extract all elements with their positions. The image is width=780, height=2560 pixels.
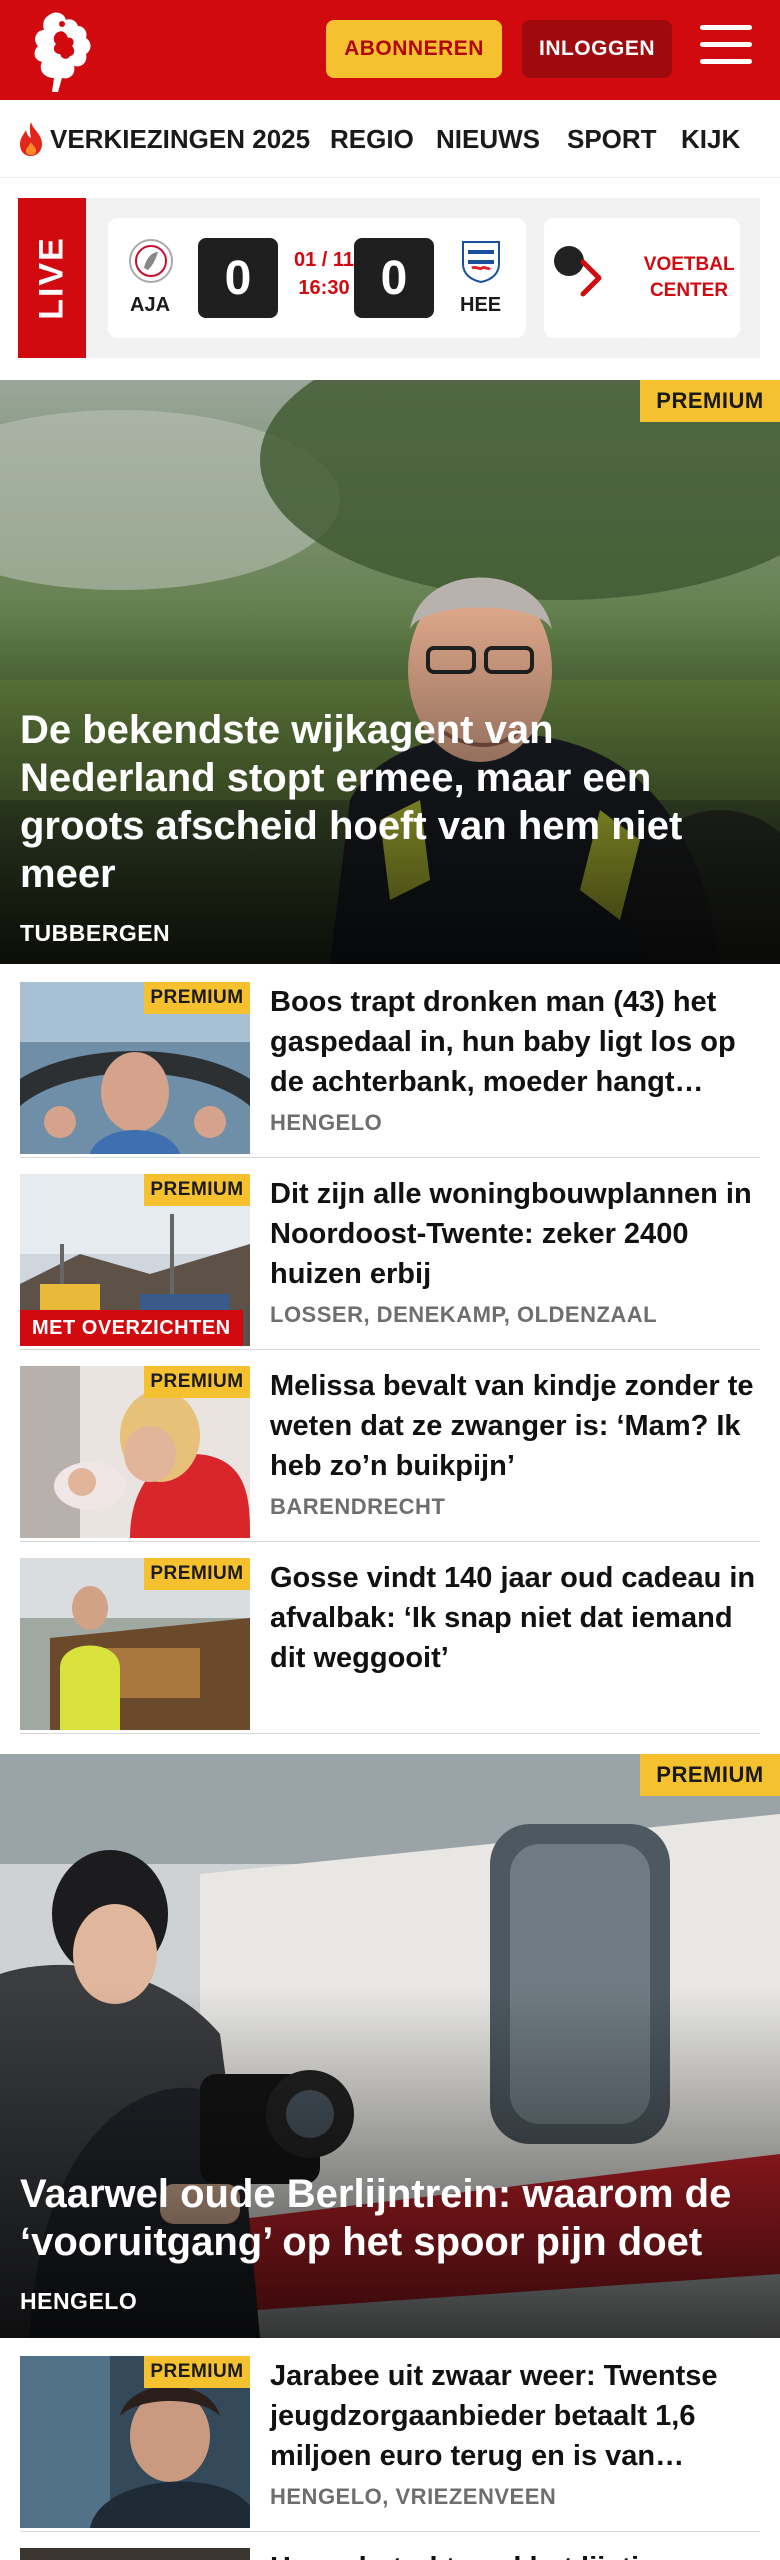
article-location: LOSSER, DENEKAMP, OLDENZAAL: [270, 1302, 658, 1327]
hero-location: TUBBERGEN: [20, 920, 171, 946]
ajax-crest-icon: [129, 239, 173, 283]
article-location: BARENDRECHT: [270, 1494, 446, 1519]
horse-logo-icon[interactable]: [18, 8, 104, 94]
overview-badge: MET OVERZICHTEN: [20, 1310, 243, 1346]
hero-title[interactable]: Vaarwel oude Berlijntrein: waarom de ‘vo…: [20, 2170, 760, 2266]
list-item[interactable]: PREMIUM Jarabee uit zwaar weer: Twentse …: [20, 2340, 760, 2532]
article-title[interactable]: Melissa bevalt van kindje zonder te wete…: [270, 1366, 760, 1486]
nav-item-regio[interactable]: REGIO: [330, 124, 414, 155]
article-thumbnail: PREMIUM MET OVERZICHTEN: [20, 1174, 250, 1346]
article-thumbnail: [20, 2548, 250, 2560]
list-item[interactable]: PREMIUM Gosse vindt 140 jaar oud cadeau …: [20, 1542, 760, 1734]
hero-location: HENGELO: [20, 2288, 138, 2314]
premium-badge: PREMIUM: [144, 1366, 250, 1398]
article-thumbnail: PREMIUM: [20, 2356, 250, 2528]
heerenveen-crest-icon: [462, 241, 500, 284]
subscribe-button[interactable]: ABONNEREN: [326, 20, 502, 78]
premium-badge: PREMIUM: [144, 2356, 250, 2388]
premium-badge: PREMIUM: [144, 1174, 250, 1206]
nav-item-sport[interactable]: SPORT: [567, 124, 657, 155]
away-score: 0: [354, 238, 434, 318]
live-scores-strip: LIVE AJA 0 01 / 11 16:30 0 HEE VOETBAL C…: [18, 198, 760, 358]
hero-article-2[interactable]: PREMIUM Vaarwel oude Berlijntrein: waaro…: [0, 1754, 780, 2338]
match-card[interactable]: AJA 0 01 / 11 16:30 0 HEE: [108, 218, 526, 338]
football-center-button[interactable]: VOETBAL CENTER: [638, 218, 740, 338]
away-team-code: HEE: [460, 294, 502, 316]
premium-badge: PREMIUM: [144, 982, 250, 1014]
list-item[interactable]: PREMIUM MET OVERZICHTEN Dit zijn alle wo…: [20, 1158, 760, 1350]
nav-item-kijk[interactable]: KIJK: [681, 124, 740, 155]
home-team-code: AJA: [130, 294, 171, 316]
hero-article-1[interactable]: PREMIUM De bekendste wijkagent van Neder…: [0, 380, 780, 964]
article-title[interactable]: Boos trapt dronken man (43) het gaspedaa…: [270, 982, 760, 1102]
match-datetime: 01 / 11 16:30: [293, 249, 355, 299]
nav-item-nieuws[interactable]: NIEUWS: [436, 124, 540, 155]
article-thumbnail: PREMIUM: [20, 1558, 250, 1730]
hamburger-menu-icon[interactable]: [700, 25, 752, 71]
article-thumbnail: PREMIUM: [20, 1366, 250, 1538]
article-title[interactable]: Hengelo trekt snel het lijstje…: [270, 2548, 760, 2560]
premium-badge: PREMIUM: [640, 380, 780, 422]
login-button[interactable]: INLOGGEN: [522, 20, 672, 78]
article-title[interactable]: Jarabee uit zwaar weer: Twentse jeugdzor…: [270, 2356, 760, 2476]
nav-item-verkiezingen[interactable]: VERKIEZINGEN 2025: [50, 124, 310, 155]
hero-title[interactable]: De bekendste wijkagent van Nederland sto…: [20, 706, 760, 898]
list-item[interactable]: PREMIUM Melissa bevalt van kindje zonder…: [20, 1350, 760, 1542]
article-title[interactable]: Dit zijn alle woningbouwplannen in Noord…: [270, 1174, 760, 1294]
home-score: 0: [198, 238, 278, 318]
live-tag: LIVE: [18, 198, 86, 358]
article-title[interactable]: Gosse vindt 140 jaar oud cadeau in afval…: [270, 1558, 760, 1678]
section-nav: VERKIEZINGEN 2025 REGIO NIEUWS SPORT KIJ…: [0, 100, 780, 178]
article-thumbnail: PREMIUM: [20, 982, 250, 1154]
flame-icon: [20, 122, 42, 156]
list-item[interactable]: PREMIUM Boos trapt dronken man (43) het …: [20, 966, 760, 1158]
article-location: HENGELO, VRIEZENVEEN: [270, 2484, 557, 2509]
article-location: HENGELO: [270, 1110, 383, 1135]
chevron-right-icon[interactable]: [578, 258, 604, 298]
premium-badge: PREMIUM: [144, 1558, 250, 1590]
list-item[interactable]: Hengelo trekt snel het lijstje…: [20, 2532, 760, 2560]
top-header: ABONNEREN INLOGGEN: [0, 0, 780, 100]
premium-badge: PREMIUM: [640, 1754, 780, 1796]
